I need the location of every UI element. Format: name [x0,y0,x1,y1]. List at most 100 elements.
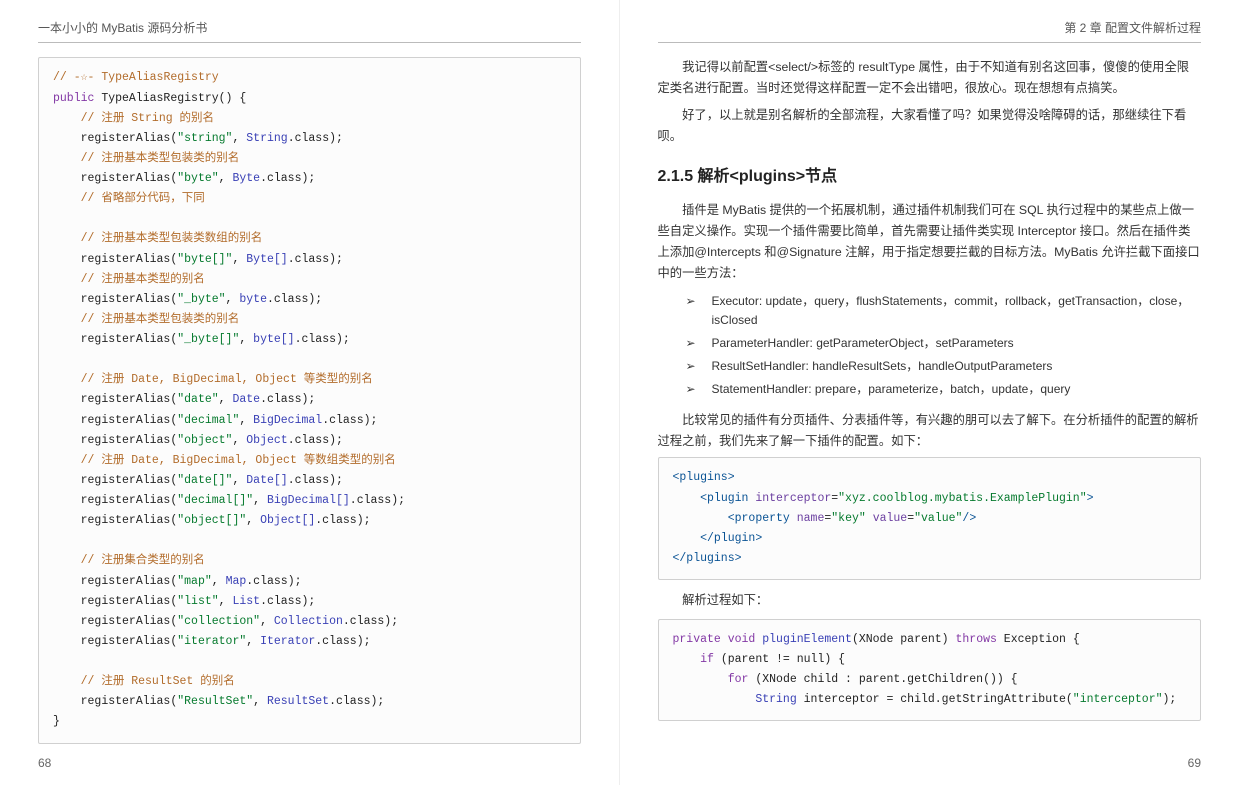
code-text: , [232,474,246,487]
book-page-right: 第 2 章 配置文件解析过程 我记得以前配置<select/>标签的 resul… [620,0,1239,785]
bullet-text: StatementHandler: prepare，parameterize，b… [712,380,1071,399]
code-comment: // 注册基本类型包装类数组的别名 [81,232,263,245]
code-text: .class); [260,172,315,185]
code-text: .class); [288,474,343,487]
code-string: "collection" [177,615,260,628]
arrow-icon: ➢ [686,380,698,399]
code-class: Byte[] [246,253,287,266]
xml-attr: value [873,512,908,525]
code-text: registerAlias( [81,615,178,628]
code-comment: // 注册基本类型包装类的别名 [81,152,240,165]
code-text: , [239,333,253,346]
code-text: .class); [288,434,343,447]
code-text: , [239,414,253,427]
paragraph: 我记得以前配置<select/>标签的 resultType 属性，由于不知道有… [658,57,1202,99]
xml-tag: <plugin [700,492,748,505]
code-string: "byte[]" [177,253,232,266]
code-text: .class); [267,293,322,306]
code-text: registerAlias( [81,333,178,346]
paragraph: 解析过程如下： [682,590,1201,611]
page-header-right: 第 2 章 配置文件解析过程 [658,18,1202,43]
code-block-xml: <plugins> <plugin interceptor="xyz.coolb… [658,457,1202,580]
code-class: Map [226,575,247,588]
code-type: String [755,693,796,706]
bullet-item: ➢ StatementHandler: prepare，parameterize，… [686,380,1202,399]
code-string: "interceptor" [1073,693,1163,706]
arrow-icon: ➢ [686,334,698,353]
code-text: registerAlias( [81,474,178,487]
code-text: , [219,393,233,406]
code-string: "iterator" [177,635,246,648]
code-string: "date[]" [177,474,232,487]
code-text: .class); [288,253,343,266]
xml-tag: <plugins> [673,471,735,484]
code-keyword: for [728,673,749,686]
code-class: Date [232,393,260,406]
code-text: Exception { [997,633,1080,646]
code-text: .class); [246,575,301,588]
code-string: "map" [177,575,212,588]
code-text: .class); [315,514,370,527]
code-string: "decimal[]" [177,494,253,507]
code-text: , [246,635,260,648]
code-comment: // 注册基本类型的别名 [81,273,205,286]
code-block-typealias: // -☆- TypeAliasRegistry public TypeAlia… [38,57,581,743]
xml-tag: <property [728,512,790,525]
code-class: Collection [274,615,343,628]
page-header-left: 一本小小的 MyBatis 源码分析书 [38,18,581,43]
bullet-text: ResultSetHandler: handleResultSets，handl… [712,357,1053,376]
xml-value: "value" [914,512,962,525]
code-text: (XNode parent) [852,633,956,646]
code-keyword: if [700,653,714,666]
code-text: , [246,514,260,527]
code-text: registerAlias( [81,414,178,427]
xml-value: "xyz.coolblog.mybatis.ExamplePlugin" [838,492,1086,505]
code-comment: // 注册基本类型包装类的别名 [81,313,240,326]
code-comment: // 注册 Date, BigDecimal, Object 等数组类型的别名 [81,454,396,467]
code-string: "list" [177,595,218,608]
code-comment: // 注册 Date, BigDecimal, Object 等类型的别名 [81,373,373,386]
code-text: , [232,132,246,145]
code-text: TypeAliasRegistry() { [94,92,246,105]
code-string: "object" [177,434,232,447]
code-text: registerAlias( [81,132,178,145]
code-string: "decimal" [177,414,239,427]
code-text: registerAlias( [81,514,178,527]
bullet-item: ➢ResultSetHandler: handleResultSets，hand… [686,357,1202,376]
page-number-right: 69 [1188,753,1201,773]
code-text: , [219,595,233,608]
code-text: registerAlias( [81,434,178,447]
code-block-java: private void pluginElement(XNode parent)… [658,619,1202,722]
code-string: "byte" [177,172,218,185]
code-class: Object [246,434,287,447]
code-text: (XNode child : parent.getChildren()) { [748,673,1017,686]
code-text: (parent != null) { [714,653,845,666]
code-text: registerAlias( [81,172,178,185]
bullet-item: ➢Executor: update，query，flushStatements，… [686,292,1202,330]
xml-tag: /> [962,512,976,525]
code-text: .class); [322,414,377,427]
code-text: registerAlias( [81,575,178,588]
xml-tag: </plugin> [700,532,762,545]
code-text: registerAlias( [81,695,178,708]
code-string: "date" [177,393,218,406]
xml-value: "key" [831,512,866,525]
code-text: , [260,615,274,628]
code-text: , [232,434,246,447]
bullet-list: ➢Executor: update，query，flushStatements，… [686,292,1202,400]
paragraph: 插件是 MyBatis 提供的一个拓展机制，通过插件机制我们可在 SQL 执行过… [658,200,1202,284]
code-comment: // 注册 String 的别名 [81,112,214,125]
code-class: BigDecimal[] [267,494,350,507]
code-text: registerAlias( [81,595,178,608]
xml-tag: > [1087,492,1094,505]
page-number-left: 68 [38,753,51,773]
bullet-item: ➢ ParameterHandler: getParameterObject，se… [686,334,1202,353]
bullet-text: ParameterHandler: getParameterObject，set… [712,334,1014,353]
code-text: , [219,172,233,185]
code-class: List [232,595,260,608]
code-keyword: void [728,633,756,646]
code-text: .class); [288,132,343,145]
code-text: .class); [260,595,315,608]
code-keyword: public [53,92,94,105]
code-text: ); [1163,693,1177,706]
